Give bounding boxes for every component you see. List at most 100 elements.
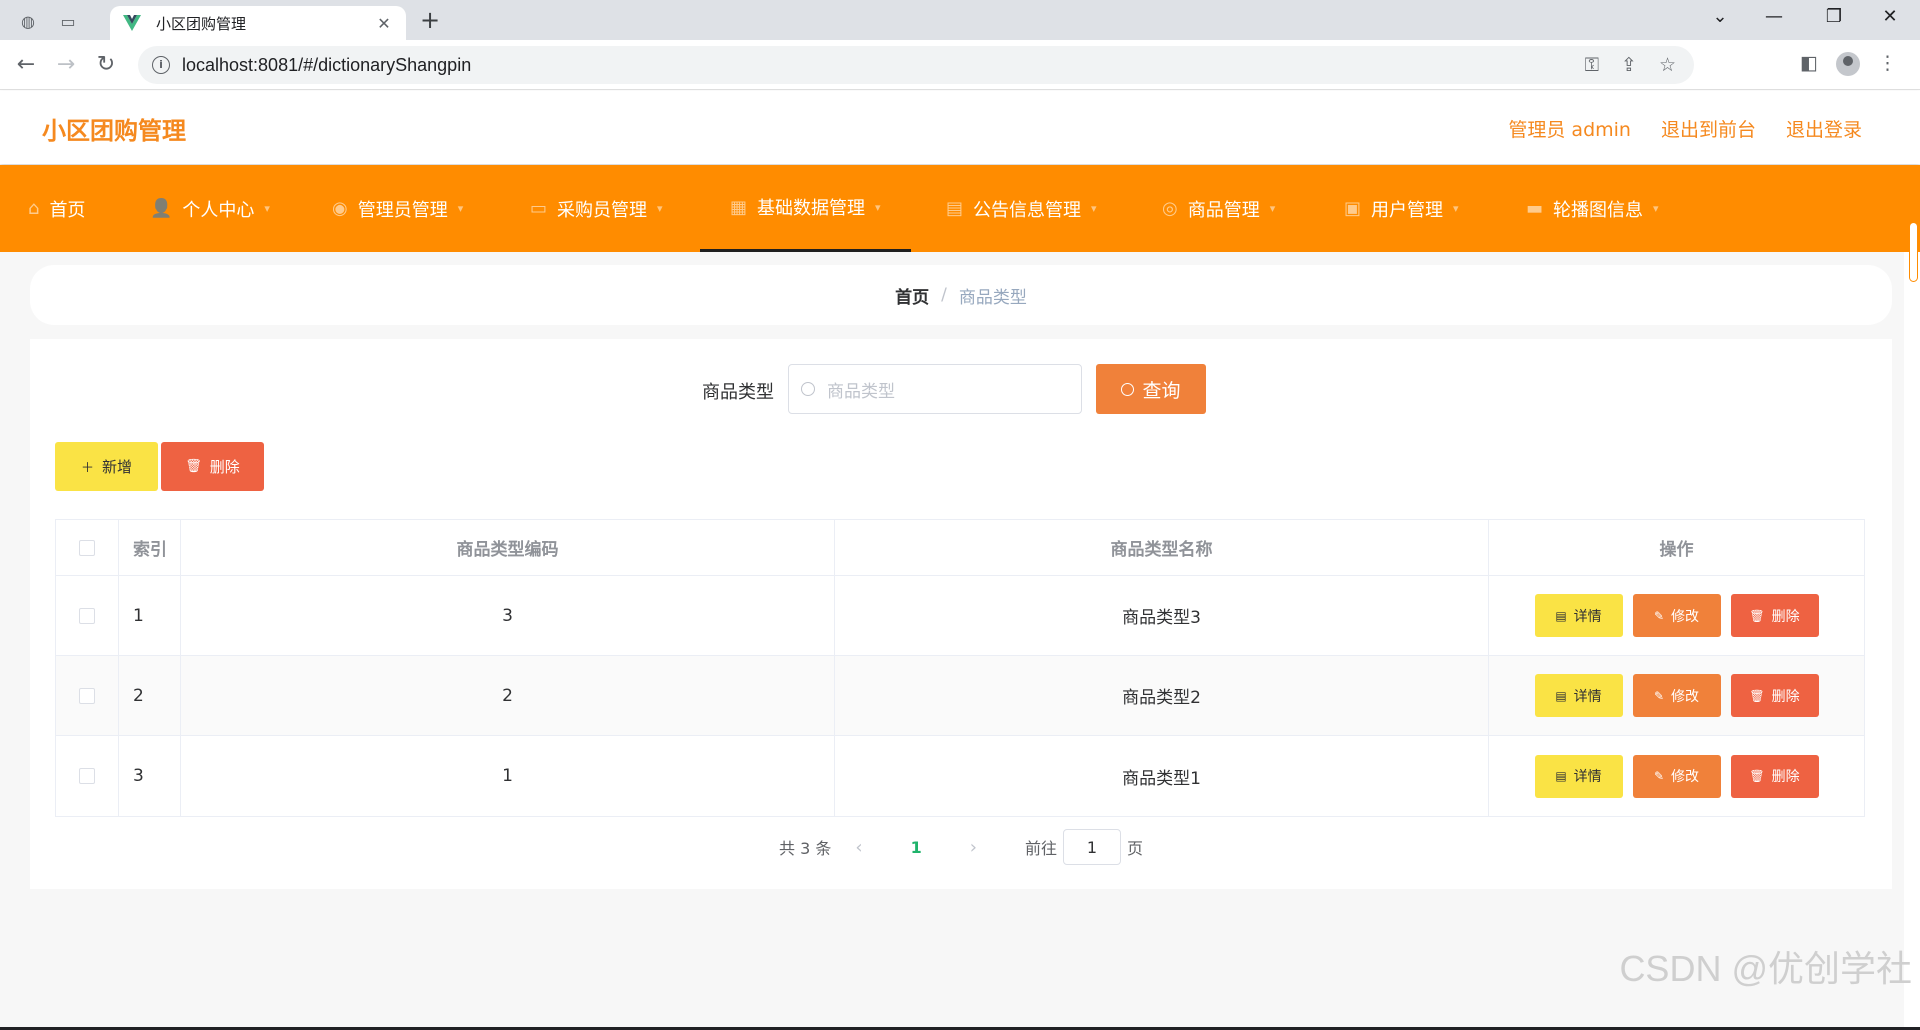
- edit-button[interactable]: ✎ 修改: [1632, 594, 1721, 637]
- forward-icon[interactable]: →: [52, 51, 80, 79]
- table-row: 1 3 商品类型3 ▤ 详情 ✎ 修改 🗑 删除: [56, 576, 1864, 656]
- page-unit-label: 页: [1126, 839, 1143, 858]
- profile-avatar-icon[interactable]: [1835, 52, 1860, 76]
- trash-icon: 🗑: [1749, 608, 1765, 623]
- delete-label: 删除: [1771, 608, 1800, 625]
- search-label: 商品类型: [702, 382, 774, 403]
- detail-button[interactable]: ▤ 详情: [1534, 674, 1623, 717]
- edit-button[interactable]: ✎ 修改: [1632, 674, 1721, 717]
- detail-button[interactable]: ▤ 详情: [1534, 594, 1623, 637]
- batch-delete-label: 删除: [209, 458, 240, 476]
- nav-item-purchaser-mgmt[interactable]: ▭ 采购员管理 ▾: [530, 165, 663, 252]
- browser-tab-active[interactable]: 小区团购管理 ✕: [110, 6, 406, 40]
- key-icon[interactable]: ⚿: [1585, 54, 1599, 76]
- list-panel: 商品类型 商品类型 查询 ＋ 新增 🗑 删除 索引 商品类型编码 商品类型名称 …: [30, 339, 1892, 889]
- back-icon[interactable]: ←: [12, 51, 40, 79]
- row-index: 2: [119, 656, 181, 735]
- nav-item-user-mgmt[interactable]: ▣ 用户管理 ▾: [1344, 165, 1459, 252]
- nav-item-product-mgmt[interactable]: ◎ 商品管理 ▾: [1162, 165, 1275, 252]
- tab-close-icon[interactable]: ✕: [374, 14, 394, 33]
- tab-search-icon[interactable]: ⌄: [1700, 6, 1740, 27]
- globe-icon[interactable]: ◍: [12, 8, 44, 34]
- document-icon: ▤: [1555, 688, 1567, 703]
- pagination: 共 3 条 ‹ 1 › 前往 1 页: [30, 829, 1892, 865]
- browser-tab-strip: ◍ ▭ 小区团购管理 ✕ + ⌄ — ❐ ✕: [0, 0, 1920, 40]
- brand-title: 小区团购管理: [42, 117, 186, 145]
- detail-button[interactable]: ▤ 详情: [1534, 754, 1623, 798]
- detail-label: 详情: [1573, 688, 1602, 705]
- bookmark-star-icon[interactable]: ☆: [1659, 54, 1676, 76]
- next-page-icon[interactable]: ›: [970, 837, 977, 858]
- restore-icon[interactable]: ❐: [1814, 6, 1854, 27]
- chevron-down-icon: ▾: [1653, 202, 1659, 215]
- page-number-current[interactable]: 1: [911, 838, 922, 857]
- document-icon: ▤: [1555, 769, 1567, 783]
- chevron-down-icon: ▾: [264, 202, 270, 215]
- search-input[interactable]: 商品类型: [788, 364, 1082, 414]
- share-icon[interactable]: ⇪: [1621, 54, 1637, 76]
- nav-label: 管理员管理: [357, 199, 448, 221]
- edit-pen-icon: ✎: [1653, 688, 1665, 703]
- nav-item-personal-center[interactable]: 👤 个人中心 ▾: [150, 165, 270, 252]
- nav-item-carousel-info[interactable]: ▬ 轮播图信息 ▾: [1526, 165, 1659, 252]
- nav-item-home[interactable]: ⌂ 首页: [28, 165, 85, 252]
- back-to-front-link[interactable]: 退出到前台: [1661, 115, 1756, 142]
- minimize-icon[interactable]: —: [1754, 6, 1794, 27]
- menu-kebab-icon[interactable]: ⋮: [1878, 52, 1897, 76]
- nav-label: 用户管理: [1371, 199, 1444, 221]
- table-row: 2 2 商品类型2 ▤ 详情 ✎ 修改 🗑 删除: [56, 656, 1864, 736]
- delete-button[interactable]: 🗑 删除: [1730, 674, 1819, 717]
- logout-link[interactable]: 退出登录: [1786, 115, 1862, 142]
- address-bar[interactable]: i localhost:8081/#/dictionaryShangpin ⚿ …: [138, 46, 1694, 84]
- nav-item-notice-mgmt[interactable]: ▤ 公告信息管理 ▾: [946, 165, 1097, 252]
- select-all-checkbox[interactable]: [79, 539, 95, 556]
- tab-title: 小区团购管理: [156, 14, 247, 33]
- nav-item-base-data-mgmt[interactable]: ▦ 基础数据管理 ▾: [700, 165, 911, 252]
- add-button[interactable]: ＋ 新增: [55, 442, 158, 491]
- chevron-down-icon: ▾: [457, 202, 464, 215]
- row-checkbox[interactable]: [79, 607, 95, 624]
- edit-pen-icon: ✎: [1653, 769, 1665, 783]
- chat-icon: ▭: [530, 198, 548, 219]
- chevron-down-icon: ▾: [1269, 202, 1276, 215]
- row-name: 商品类型1: [835, 736, 1489, 816]
- reload-icon[interactable]: ↻: [92, 51, 120, 79]
- table-row: 3 1 商品类型1 ▤ 详情 ✎ 修改 🗑 删除: [56, 736, 1864, 816]
- chevron-down-icon: ▾: [657, 202, 663, 215]
- new-tab-button[interactable]: +: [420, 8, 440, 32]
- main-nav: ⌂ 首页 👤 个人中心 ▾ ◉ 管理员管理 ▾ ▭ 采购员管理 ▾ ▦ 基础数据…: [0, 165, 1920, 252]
- goto-page-input[interactable]: 1: [1062, 829, 1121, 865]
- nav-item-admin-mgmt[interactable]: ◉ 管理员管理 ▾: [332, 165, 463, 252]
- breadcrumb: 首页 / 商品类型: [30, 265, 1892, 325]
- site-info-icon[interactable]: i: [152, 56, 170, 74]
- delete-button[interactable]: 🗑 删除: [1730, 754, 1819, 798]
- app-header: 小区团购管理 管理员 admin 退出到前台 退出登录: [0, 91, 1920, 164]
- admin-user-link[interactable]: 管理员 admin: [1508, 115, 1631, 142]
- suitcase-icon: ▣: [1344, 198, 1362, 219]
- column-header-name: 商品类型名称: [835, 520, 1489, 575]
- row-checkbox[interactable]: [79, 768, 95, 784]
- search-button[interactable]: 查询: [1096, 364, 1206, 414]
- breadcrumb-home[interactable]: 首页: [895, 283, 929, 308]
- prev-page-icon[interactable]: ‹: [855, 837, 862, 858]
- row-name: 商品类型3: [835, 576, 1489, 655]
- chevron-down-icon: ▾: [1453, 202, 1459, 215]
- monitor-icon: ▬: [1526, 198, 1544, 219]
- page-scrollbar[interactable]: [1909, 222, 1918, 282]
- nav-label: 轮播图信息: [1553, 199, 1644, 221]
- delete-button[interactable]: 🗑 删除: [1730, 594, 1819, 637]
- batch-delete-button[interactable]: 🗑 删除: [161, 442, 264, 491]
- column-header-actions: 操作: [1659, 540, 1694, 560]
- row-checkbox[interactable]: [79, 687, 95, 704]
- edit-label: 修改: [1671, 769, 1700, 785]
- search-button-label: 查询: [1142, 379, 1181, 402]
- window-close-icon[interactable]: ✕: [1870, 6, 1910, 27]
- edit-button[interactable]: ✎ 修改: [1632, 754, 1721, 798]
- nav-label: 首页: [49, 199, 86, 221]
- side-panel-icon[interactable]: ◧: [1800, 52, 1818, 76]
- nav-label: 基础数据管理: [757, 198, 866, 219]
- data-table: 索引 商品类型编码 商品类型名称 操作 1 3 商品类型3 ▤ 详情 ✎ 修改 🗑 删…: [55, 519, 1865, 817]
- tab-group-icon[interactable]: ▭: [52, 8, 84, 34]
- breadcrumb-separator: /: [941, 285, 947, 305]
- document-icon: ▤: [1555, 608, 1567, 623]
